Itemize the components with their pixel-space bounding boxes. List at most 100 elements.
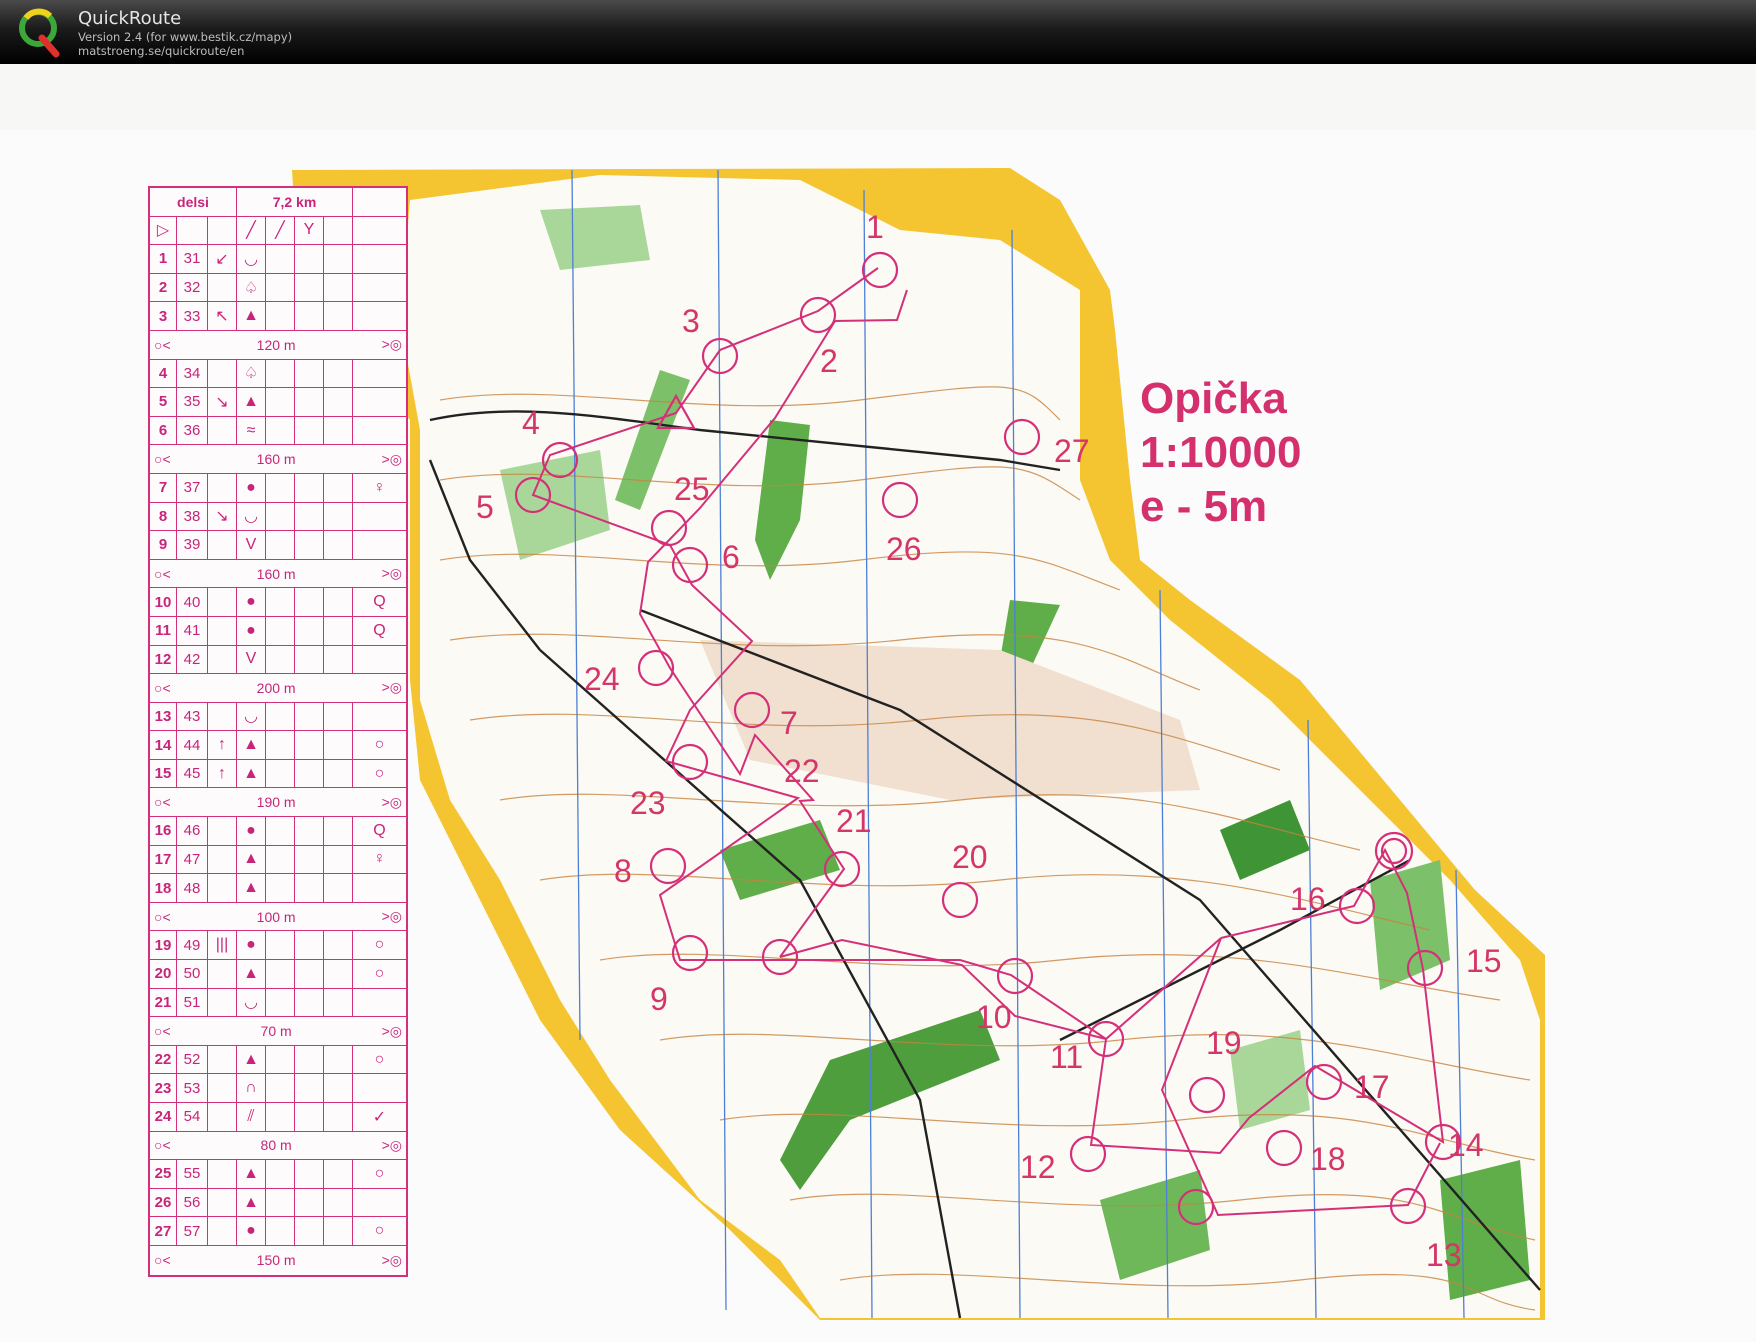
desc-control-number: 9 — [150, 531, 177, 559]
desc-cell — [266, 1074, 295, 1102]
desc-cell — [177, 216, 208, 245]
control-number: 26 — [886, 531, 922, 567]
desc-location-symbol: Q — [373, 593, 386, 611]
desc-feature-symbol: ▲ — [237, 759, 266, 788]
desc-location-symbol — [353, 1074, 406, 1102]
desc-cell — [266, 616, 295, 645]
desc-cell — [266, 1217, 295, 1245]
desc-control-number: 26 — [150, 1188, 177, 1217]
desc-control-code: 56 — [177, 1188, 208, 1217]
map-paper[interactable]: 1 2 3 4 5 6 7 8 9 10 11 12 13 14 15 16 1… — [0, 130, 1756, 1342]
desc-location-symbol — [353, 302, 406, 330]
desc-control-code: 52 — [177, 1045, 208, 1074]
desc-cell — [324, 759, 353, 788]
desc-control-number: 23 — [150, 1074, 177, 1102]
desc-cell — [295, 1188, 324, 1217]
desc-climb — [353, 188, 406, 216]
desc-cell — [295, 960, 324, 988]
desc-control-code: 48 — [177, 874, 208, 902]
desc-cell — [266, 960, 295, 988]
desc-cell — [295, 817, 324, 845]
desc-control-number: 22 — [150, 1045, 177, 1074]
desc-cell — [324, 1188, 353, 1217]
desc-direction-symbol — [208, 273, 237, 302]
desc-feature-symbol: ▲ — [237, 1188, 266, 1217]
desc-cell — [295, 988, 324, 1017]
desc-feature-symbol: ▲ — [237, 302, 266, 330]
desc-location-symbol: ○ — [374, 1164, 385, 1182]
desc-direction-symbol — [208, 702, 237, 731]
app-version: Version 2.4 (for www.bestik.cz/mapy) — [78, 30, 293, 44]
desc-direction-symbol: ↘ — [208, 502, 237, 531]
control-number: 15 — [1466, 943, 1502, 979]
control-number: 23 — [630, 785, 666, 821]
desc-distance: 150 m — [256, 1252, 296, 1269]
desc-location-symbol — [353, 503, 406, 531]
circle-arrow-icon: ○< — [154, 1023, 171, 1040]
desc-cell — [266, 1045, 295, 1074]
desc-location-symbol: ○ — [374, 936, 385, 954]
desc-control-row: 3 33 ↖ ▲ — [150, 302, 406, 331]
control-number: 2 — [820, 343, 838, 379]
desc-location-symbol: ✓ — [372, 1108, 387, 1126]
desc-direction-symbol: ↙ — [208, 245, 237, 273]
desc-cell — [266, 1103, 295, 1131]
desc-control-code: 54 — [177, 1103, 208, 1131]
desc-direction-symbol — [208, 1103, 237, 1131]
desc-distance-cell: ○< 200 m >◎ — [150, 674, 406, 702]
control-number: 18 — [1310, 1141, 1346, 1177]
desc-feature-symbol: ⫽ — [237, 1103, 266, 1131]
control-number: 1 — [866, 209, 884, 245]
desc-control-row: 13 43 ◡ — [150, 702, 406, 732]
desc-control-row: 10 40 ● Q — [150, 588, 406, 617]
desc-distance-cell: ○< 160 m >◎ — [150, 445, 406, 473]
desc-distance-cell: ○< 70 m >◎ — [150, 1017, 406, 1045]
desc-control-number: 27 — [150, 1217, 177, 1245]
desc-start-row: ▷ ╱ ╱ Y — [150, 216, 406, 246]
finish-circles-icon: >◎ — [381, 793, 402, 810]
desc-distance-row: ○< 80 m >◎ — [150, 1132, 406, 1161]
desc-control-row: 23 53 ∩ — [150, 1074, 406, 1103]
desc-location-symbol: Q — [373, 621, 386, 639]
desc-location-symbol: ○ — [374, 964, 385, 982]
desc-location-symbol — [353, 1189, 406, 1217]
desc-control-row: 7 37 ● ♀ — [150, 473, 406, 503]
desc-cell — [324, 588, 353, 616]
desc-control-code: 53 — [177, 1074, 208, 1102]
desc-cell — [266, 645, 295, 674]
desc-control-number: 17 — [150, 845, 177, 874]
desc-control-number: 18 — [150, 874, 177, 902]
desc-control-code: 35 — [177, 388, 208, 416]
circle-arrow-icon: ○< — [154, 1252, 171, 1269]
desc-cell — [266, 588, 295, 616]
desc-location-symbol: ○ — [374, 764, 385, 782]
circle-arrow-icon: ○< — [154, 794, 171, 811]
control-number: 16 — [1290, 881, 1326, 917]
control-number: 25 — [674, 471, 710, 507]
desc-cell — [295, 302, 324, 330]
desc-feature-symbol: ▲ — [237, 845, 266, 874]
desc-cell — [266, 845, 295, 874]
desc-feature-symbol: V — [237, 645, 266, 674]
control-number: 6 — [722, 539, 740, 575]
desc-cell — [266, 531, 295, 559]
circle-arrow-icon: ○< — [154, 908, 171, 925]
desc-cell — [324, 216, 353, 245]
desc-distance: 160 m — [256, 565, 296, 582]
desc-rows: 1 31 ↙ ◡ 2 32 ♤ 3 33 ↖ ▲ ○< 120 m >◎ 4 34 ♤ 5 35 ↘ ▲ 6 36 ≈ ○< 16… — [150, 245, 406, 1274]
desc-control-code: 43 — [177, 702, 208, 731]
desc-control-row: 18 48 ▲ — [150, 874, 406, 903]
desc-control-row: 5 35 ↘ ▲ — [150, 388, 406, 417]
desc-control-row: 4 34 ♤ — [150, 359, 406, 389]
desc-control-code: 55 — [177, 1160, 208, 1188]
desc-distance: 80 m — [260, 1137, 292, 1154]
desc-control-row: 8 38 ↘ ◡ — [150, 502, 406, 532]
desc-feature-symbol: ▲ — [237, 1160, 266, 1188]
desc-control-number: 8 — [150, 502, 177, 531]
desc-distance: 100 m — [256, 908, 296, 925]
desc-cell — [324, 302, 353, 330]
desc-control-number: 19 — [150, 931, 177, 960]
desc-location-symbol: ○ — [374, 1222, 385, 1240]
desc-location-symbol — [353, 646, 406, 674]
desc-cell — [295, 473, 324, 502]
